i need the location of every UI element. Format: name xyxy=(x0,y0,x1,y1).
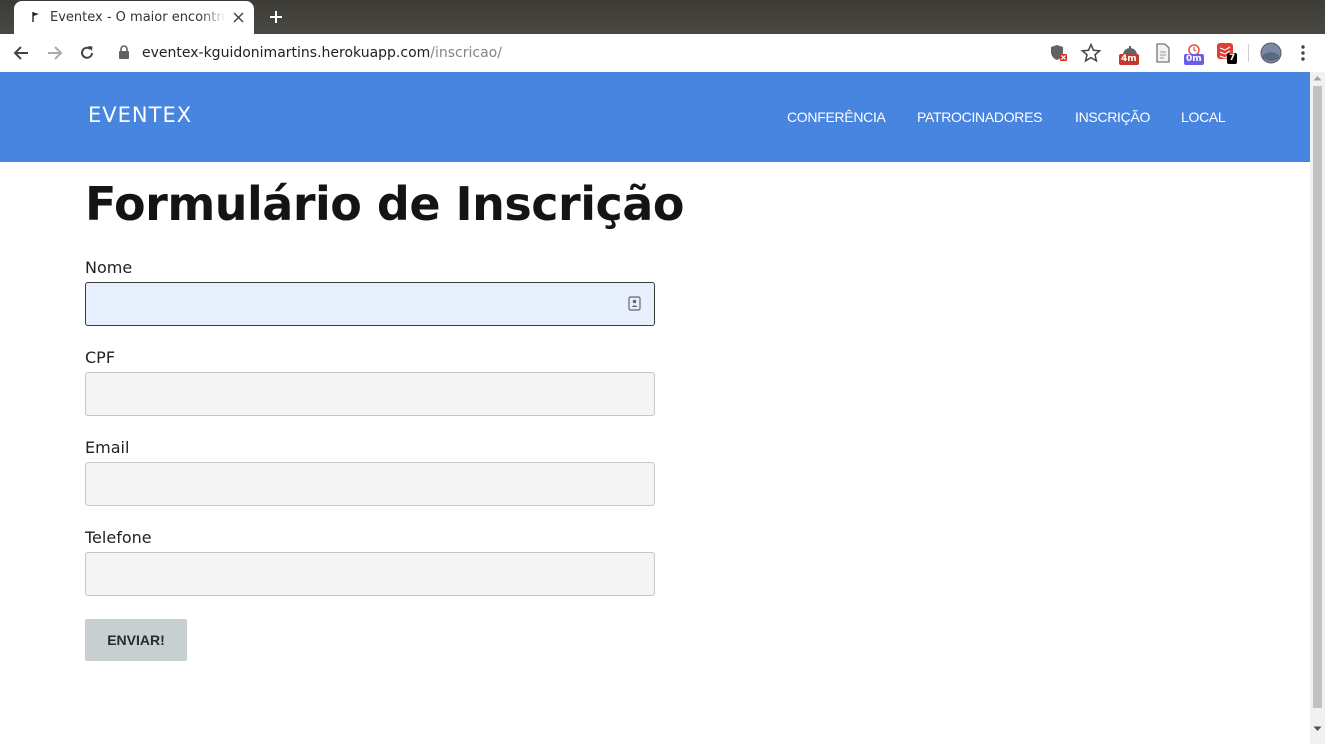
url-host: eventex-kguidonimartins.herokuapp.com xyxy=(142,45,431,61)
nav-inscricao[interactable]: INSCRIÇÃO xyxy=(1075,108,1150,126)
lock-icon xyxy=(119,45,129,59)
telefone-label: Telefone xyxy=(85,528,152,547)
email-label: Email xyxy=(85,438,130,457)
kebab-menu-icon[interactable] xyxy=(1292,42,1314,64)
nav-patrocinadores[interactable]: PATROCINADORES xyxy=(917,108,1042,126)
star-icon[interactable] xyxy=(1080,42,1102,64)
browser-tab[interactable]: Eventex - O maior encontro xyxy=(14,1,254,34)
timer-badge: 4m xyxy=(1119,54,1139,65)
flag-icon xyxy=(32,12,39,22)
ext-todoist[interactable]: 7 xyxy=(1216,42,1238,64)
email-input[interactable] xyxy=(85,462,655,506)
nome-label: Nome xyxy=(85,258,133,277)
privacy-shield-icon[interactable] xyxy=(1049,43,1069,63)
page-scrollbar[interactable] xyxy=(1310,72,1325,744)
ext-timer-2[interactable]: 0m xyxy=(1183,42,1205,65)
address-bar[interactable]: eventex-kguidonimartins.herokuapp.com/in… xyxy=(142,43,502,63)
toolbar-divider xyxy=(1248,44,1249,62)
back-arrow-icon[interactable] xyxy=(12,43,32,63)
ext-timer-1[interactable]: 4m xyxy=(1119,42,1141,65)
browser-tab-strip: Eventex - O maior encontro xyxy=(0,0,1325,34)
page-icon[interactable] xyxy=(1152,42,1174,64)
reload-icon[interactable] xyxy=(77,43,97,63)
nome-input[interactable] xyxy=(85,282,655,326)
telefone-input[interactable] xyxy=(85,552,655,596)
browser-toolbar: eventex-kguidonimartins.herokuapp.com/in… xyxy=(0,34,1325,73)
new-tab-icon[interactable] xyxy=(268,9,284,25)
nav-local[interactable]: LOCAL xyxy=(1181,108,1226,126)
tab-title: Eventex - O maior encontro xyxy=(50,10,226,25)
clock-badge: 0m xyxy=(1184,54,1204,65)
site-brand[interactable]: EVENTEX xyxy=(88,102,192,128)
site-navbar: EVENTEX CONFERÊNCIA PATROCINADORES INSCR… xyxy=(0,72,1310,162)
forward-arrow-icon[interactable] xyxy=(44,43,64,63)
scroll-down-arrow-icon[interactable] xyxy=(1313,726,1322,732)
nav-conferencia[interactable]: CONFERÊNCIA xyxy=(787,108,886,126)
scroll-up-arrow-icon[interactable] xyxy=(1313,75,1322,81)
profile-avatar[interactable] xyxy=(1260,42,1282,64)
page-title: Formulário de Inscrição xyxy=(85,177,684,231)
cpf-input[interactable] xyxy=(85,372,655,416)
url-path: /inscricao/ xyxy=(430,45,502,61)
close-icon[interactable] xyxy=(233,12,244,23)
submit-button[interactable]: ENVIAR! xyxy=(85,619,187,661)
scroll-thumb[interactable] xyxy=(1313,86,1322,708)
autofill-contact-icon[interactable] xyxy=(628,296,641,311)
cpf-label: CPF xyxy=(85,348,116,367)
todoist-badge: 7 xyxy=(1227,53,1238,64)
